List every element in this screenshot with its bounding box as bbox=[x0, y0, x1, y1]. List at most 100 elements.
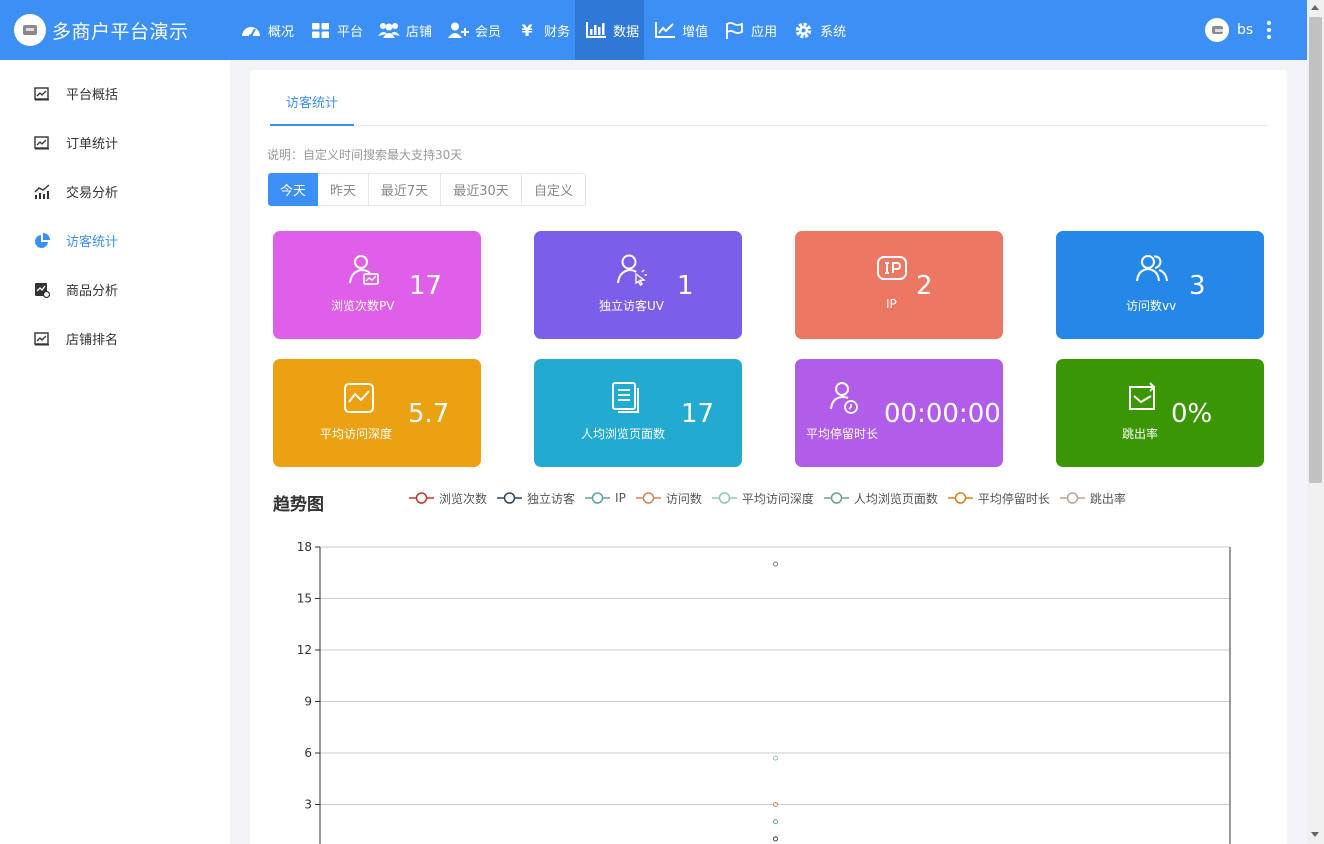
nav-label: 数据 bbox=[613, 24, 640, 40]
users-icon bbox=[378, 19, 401, 41]
range-custom-button[interactable]: 自定义 bbox=[522, 173, 586, 206]
legend-label: 浏览次数 bbox=[439, 491, 488, 506]
data-point bbox=[773, 755, 778, 761]
y-tick-label: 3 bbox=[304, 798, 312, 812]
stat-label: 人均浏览页面数 bbox=[581, 427, 666, 441]
tab-visitor-stats[interactable]: 访客统计 bbox=[270, 90, 354, 126]
nav-item-finance[interactable]: ¥ 财务 bbox=[506, 0, 575, 60]
legend-item[interactable]: IP bbox=[585, 491, 626, 505]
sidebar-item-label: 订单统计 bbox=[66, 137, 119, 152]
stat-value: 1 bbox=[677, 271, 694, 301]
nav-item-members[interactable]: 会员 bbox=[437, 0, 506, 60]
y-tick-label: 15 bbox=[297, 592, 312, 606]
nav-label: 店铺 bbox=[406, 24, 433, 40]
depth-chart-icon bbox=[344, 383, 374, 413]
nav-item-data[interactable]: 数据 bbox=[575, 0, 645, 60]
sidebar-item-shop-ranking[interactable]: 店铺排名 bbox=[0, 314, 230, 363]
legend-item[interactable]: 平均访问深度 bbox=[711, 490, 814, 507]
data-point bbox=[773, 802, 778, 807]
legend-label: 人均浏览页面数 bbox=[853, 491, 938, 506]
visitor-click-icon bbox=[617, 254, 647, 286]
legend-label: 平均停留时长 bbox=[977, 491, 1050, 506]
tab-bar: 访客统计 bbox=[270, 90, 1267, 126]
stat-card-avg-depth: 平均访问深度 5.7 bbox=[273, 359, 481, 467]
stat-value: 0% bbox=[1171, 399, 1213, 429]
stat-value: 00:00:00 bbox=[884, 399, 1001, 429]
brand-title: 多商户平台演示 bbox=[52, 20, 189, 43]
legend-item[interactable]: 跳出率 bbox=[1059, 490, 1126, 507]
user-name[interactable]: bs bbox=[1237, 22, 1253, 38]
stat-value: 3 bbox=[1189, 271, 1206, 301]
stat-card-pages-per-user: 人均浏览页面数 17 bbox=[534, 359, 742, 467]
sidebar-item-visitor-stats[interactable]: 访客统计 bbox=[0, 216, 230, 265]
sidebar-item-product-analysis[interactable]: 商品分析 bbox=[0, 265, 230, 314]
bounce-icon bbox=[1129, 382, 1156, 410]
line-chart-icon bbox=[654, 19, 676, 41]
range-yesterday-button[interactable]: 昨天 bbox=[318, 173, 369, 206]
legend-marker-icon bbox=[1059, 492, 1085, 504]
sidebar-item-order-stats[interactable]: 订单统计 bbox=[0, 118, 230, 167]
sidebar-item-label: 交易分析 bbox=[66, 186, 119, 201]
legend-label: 跳出率 bbox=[1089, 491, 1126, 506]
y-tick-label: 18 bbox=[297, 540, 312, 554]
legend-item[interactable]: 人均浏览页面数 bbox=[823, 490, 938, 507]
bar-chart-icon bbox=[585, 19, 607, 41]
more-vertical-icon[interactable] bbox=[1267, 21, 1272, 39]
users-icon bbox=[1136, 255, 1168, 282]
avatar[interactable] bbox=[1205, 18, 1229, 42]
data-point bbox=[773, 836, 778, 842]
legend-marker-icon bbox=[585, 492, 611, 504]
sidebar-item-label: 商品分析 bbox=[66, 284, 119, 299]
legend-item[interactable]: 访问数 bbox=[635, 490, 702, 507]
stat-card-vv: 访问数vv 3 bbox=[1056, 231, 1264, 339]
scrollbar[interactable] bbox=[1307, 0, 1324, 844]
y-tick-label: 9 bbox=[304, 695, 312, 709]
scroll-up-icon[interactable] bbox=[1311, 5, 1319, 10]
flag-icon bbox=[723, 19, 745, 41]
nav-label: 应用 bbox=[751, 24, 778, 40]
scrollbar-thumb[interactable] bbox=[1309, 17, 1322, 483]
range-today-button[interactable]: 今天 bbox=[268, 173, 318, 206]
search-note: 说明：自定义时间搜索最大支持30天 bbox=[267, 148, 463, 162]
product-chart-icon bbox=[35, 282, 50, 298]
nav-item-apps[interactable]: 应用 bbox=[713, 0, 782, 60]
data-point bbox=[773, 561, 778, 567]
stat-card-avg-duration: 平均停留时长 00:00:00 bbox=[795, 359, 1003, 467]
stat-value: 17 bbox=[681, 399, 715, 429]
range-7days-button[interactable]: 最近7天 bbox=[369, 173, 441, 206]
legend-marker-icon bbox=[409, 492, 434, 504]
nav-item-platform[interactable]: 平台 bbox=[299, 0, 368, 60]
brand[interactable]: 多商户平台演示 bbox=[14, 14, 189, 46]
page-view-icon bbox=[349, 255, 379, 285]
nav-item-overview[interactable]: 概况 bbox=[230, 0, 299, 60]
nav-label: 平台 bbox=[337, 24, 364, 40]
legend-item[interactable]: 浏览次数 bbox=[409, 490, 487, 507]
legend-item[interactable]: 独立访客 bbox=[497, 490, 575, 507]
top-nav: 概况 平台 店铺 会员 ¥ 财务 数据 增值 应用 系统 bbox=[230, 0, 851, 60]
nav-label: 增值 bbox=[682, 24, 709, 40]
stat-value: 2 bbox=[916, 271, 933, 301]
range-30days-button[interactable]: 最近30天 bbox=[441, 173, 522, 206]
sidebar-item-label: 平台概括 bbox=[66, 88, 119, 103]
yen-icon: ¥ bbox=[521, 20, 533, 40]
stat-label: 平均访问深度 bbox=[320, 427, 393, 441]
nav-item-system[interactable]: 系统 bbox=[782, 0, 851, 60]
nav-label: 系统 bbox=[820, 24, 847, 40]
sidebar-item-platform-overview[interactable]: 平台概括 bbox=[0, 69, 230, 118]
pie-chart-icon bbox=[35, 232, 50, 248]
stat-label: 浏览次数PV bbox=[331, 299, 395, 313]
chart-legend: 浏览次数 独立访客 IP 访问数 平均访问深度 人均浏览页面数 平均停留时长 跳出率 bbox=[409, 490, 1136, 506]
stat-value: 17 bbox=[409, 271, 443, 301]
legend-item[interactable]: 平均停留时长 bbox=[947, 490, 1050, 507]
user-menu[interactable]: bs bbox=[1205, 17, 1272, 43]
sidebar-item-trade-analysis[interactable]: 交易分析 bbox=[0, 167, 230, 216]
legend-marker-icon bbox=[947, 492, 973, 504]
nav-label: 财务 bbox=[544, 24, 571, 40]
scroll-down-icon[interactable] bbox=[1311, 832, 1319, 837]
stat-card-uv: 独立访客UV 1 bbox=[534, 231, 742, 339]
grid-icon bbox=[309, 19, 331, 41]
line-chart-icon bbox=[34, 86, 49, 100]
nav-item-shops[interactable]: 店铺 bbox=[368, 0, 437, 60]
brand-logo-icon bbox=[14, 14, 46, 46]
nav-item-value-added[interactable]: 增值 bbox=[644, 0, 713, 60]
